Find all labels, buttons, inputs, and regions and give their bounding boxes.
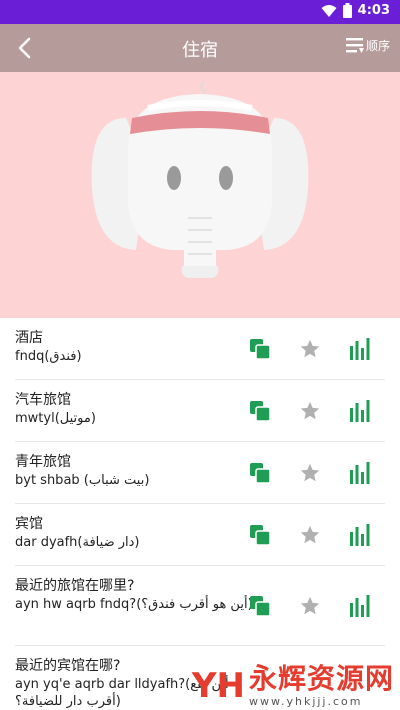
phrase-chinese: 青年旅馆 — [15, 454, 71, 470]
stats-button[interactable] — [335, 594, 385, 617]
elephant-mascot-icon — [91, 81, 309, 278]
copy-button[interactable] — [235, 462, 285, 484]
phrase-text: 宾馆 dar dyafh(دار ضيافة) — [15, 514, 255, 551]
row-actions — [235, 380, 385, 441]
list-item[interactable]: 青年旅馆 byt shbab (بيت شباب) — [15, 442, 385, 504]
watermark-title: 永辉资源网 — [248, 662, 394, 695]
row-actions — [235, 504, 385, 565]
copy-icon — [250, 595, 271, 617]
favorite-button[interactable] — [285, 338, 335, 360]
phrase-arabic: ayn hw aqrb fndq?(أين هو أقرب فندق؟) — [15, 597, 253, 612]
watermark-text: 永辉资源网 www.yhkjjj.com — [248, 662, 394, 709]
copy-button[interactable] — [235, 595, 285, 617]
row-actions — [235, 442, 385, 503]
stats-button[interactable] — [335, 523, 385, 546]
list-item[interactable]: 宾馆 dar dyafh(دار ضيافة) — [15, 504, 385, 566]
phrase-arabic: dar dyafh(دار ضيافة) — [15, 535, 140, 550]
hero-banner — [0, 72, 400, 318]
phrase-text: 酒店 fndq(فندق) — [15, 328, 255, 365]
favorite-button[interactable] — [285, 595, 335, 617]
copy-button[interactable] — [235, 400, 285, 422]
phrase-text: 汽车旅馆 mwtyl(موتيل) — [15, 390, 255, 427]
bar-chart-icon — [350, 523, 370, 546]
watermark-logo: YH — [191, 665, 245, 706]
star-icon — [300, 525, 320, 543]
phrase-text: 最近的旅馆在哪里? ayn hw aqrb fndq?(أين هو أقرب … — [15, 576, 255, 613]
copy-icon — [250, 462, 271, 484]
stats-button[interactable] — [335, 461, 385, 484]
phrase-chinese: 宾馆 — [15, 516, 43, 532]
list-item[interactable]: 最近的旅馆在哪里? ayn hw aqrb fndq?(أين هو أقرب … — [15, 566, 385, 646]
bar-chart-icon — [350, 461, 370, 484]
phrase-text: 青年旅馆 byt shbab (بيت شباب) — [15, 452, 255, 489]
list-item[interactable]: 酒店 fndq(فندق) — [15, 318, 385, 380]
stats-button[interactable] — [335, 337, 385, 360]
status-time: 4:03 — [357, 3, 390, 18]
list-item[interactable]: 汽车旅馆 mwtyl(موتيل) — [15, 380, 385, 442]
star-icon — [300, 596, 320, 614]
phrase-arabic: mwtyl(موتيل) — [15, 411, 96, 426]
order-button[interactable]: 顺序 — [345, 36, 390, 54]
row-actions — [235, 318, 385, 379]
bar-chart-icon — [350, 594, 370, 617]
phrase-arabic: byt shbab (بيت شباب) — [15, 473, 150, 488]
status-bar: 4:03 — [0, 0, 400, 24]
bar-chart-icon — [350, 399, 370, 422]
star-icon — [300, 339, 320, 357]
favorite-button[interactable] — [285, 462, 335, 484]
page-title: 住宿 — [182, 40, 218, 61]
phrase-list: 酒店 fndq(فندق) 汽车旅馆 mwtyl(موتيل) 青年旅馆 byt… — [0, 318, 400, 710]
app-bar: 住宿 顺序 — [0, 24, 400, 72]
star-icon — [300, 401, 320, 419]
copy-button[interactable] — [235, 524, 285, 546]
phrase-chinese: 最近的旅馆在哪里? — [15, 578, 135, 594]
status-icons: 4:03 — [321, 3, 390, 18]
phrase-chinese: 酒店 — [15, 330, 43, 346]
bar-chart-icon — [350, 337, 370, 360]
copy-button[interactable] — [235, 338, 285, 360]
row-actions — [235, 566, 385, 645]
phrase-arabic: fndq(فندق) — [15, 349, 82, 364]
battery-icon — [342, 3, 352, 18]
watermark: YH 永辉资源网 www.yhkjjj.com — [191, 662, 394, 709]
phrase-chinese: 汽车旅馆 — [15, 392, 71, 408]
favorite-button[interactable] — [285, 400, 335, 422]
star-icon — [300, 463, 320, 481]
order-label: 顺序 — [365, 38, 390, 53]
wifi-icon — [321, 4, 337, 17]
watermark-url: www.yhkjjj.com — [248, 695, 363, 708]
copy-icon — [250, 338, 271, 360]
stats-button[interactable] — [335, 399, 385, 422]
copy-icon — [250, 400, 271, 422]
sort-list-icon — [345, 38, 364, 53]
copy-icon — [250, 524, 271, 546]
favorite-button[interactable] — [285, 524, 335, 546]
